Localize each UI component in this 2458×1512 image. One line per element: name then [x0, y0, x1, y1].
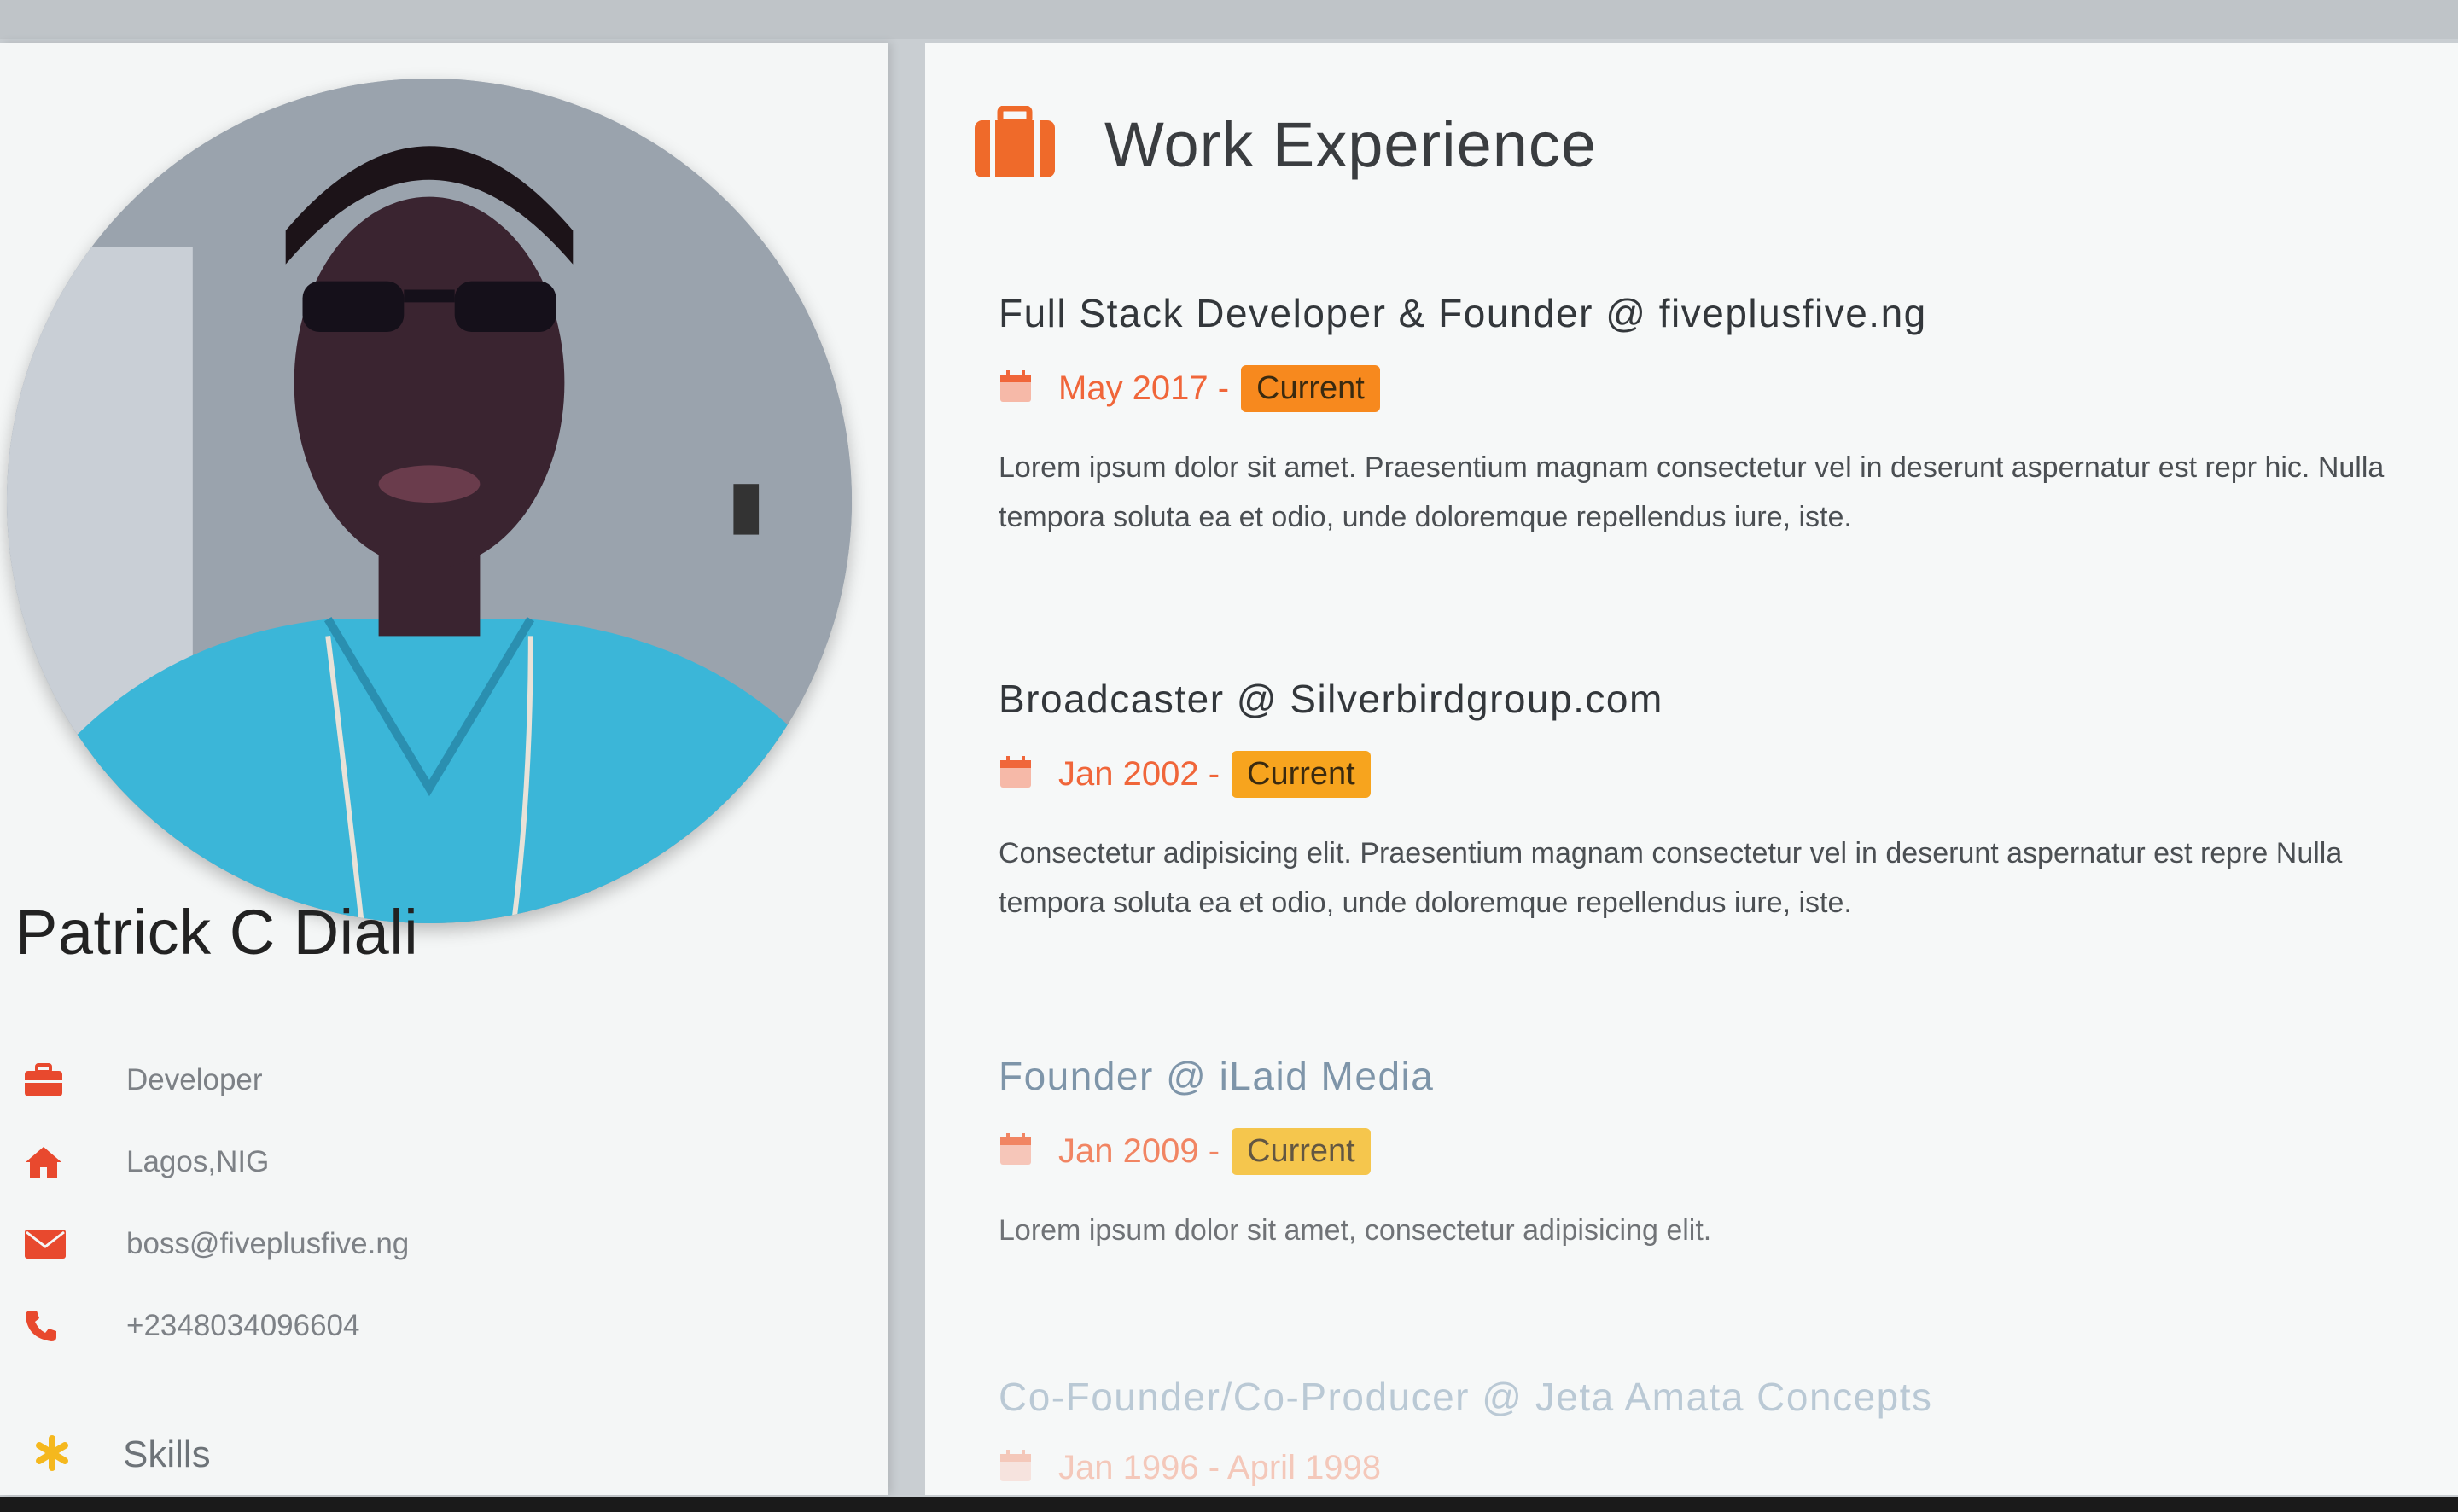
browser-top-edge: [0, 0, 2458, 39]
profile-name: Patrick C Diali: [15, 897, 419, 968]
job-entry: Full Stack Developer & Founder @ fiveplu…: [999, 290, 2458, 542]
job-date: Jan 1996 - April 1998: [1058, 1449, 1382, 1486]
job-date: Jan 2009 -: [1058, 1132, 1220, 1170]
job-entry: Founder @ iLaid Media Jan 2009 - Current…: [999, 1053, 2458, 1255]
home-icon: [24, 1140, 75, 1184]
info-email[interactable]: boss@fiveplusfive.ng: [24, 1203, 409, 1285]
skills-title: Skills: [123, 1433, 211, 1475]
work-experience-header: Work Experience: [973, 105, 1598, 183]
profile-photo-illustration: [7, 79, 852, 923]
work-experience-title: Work Experience: [1104, 109, 1598, 180]
info-location: Lagos,NIG: [24, 1121, 409, 1203]
info-occupation: Developer: [24, 1039, 409, 1121]
info-phone-text[interactable]: +2348034096604: [126, 1309, 360, 1343]
screen-bezel-bottom: [0, 1497, 2458, 1512]
contact-info-list: Developer Lagos,NIG boss@fiveplusfive.ng…: [24, 1039, 409, 1367]
skills-header: Skills: [34, 1433, 211, 1476]
job-title: Full Stack Developer & Founder @ fiveplu…: [999, 291, 1927, 335]
job-title: Co-Founder/Co-Producer @ Jeta Amata Conc…: [999, 1375, 1933, 1419]
phone-icon: [24, 1304, 75, 1348]
calendar-icon: [999, 755, 1033, 794]
job-meta: Jan 1996 - April 1998: [999, 1449, 2458, 1487]
profile-photo: [7, 79, 852, 923]
current-badge: Current: [1232, 1128, 1371, 1175]
job-meta: Jan 2009 - Current: [999, 1128, 2458, 1175]
job-description: Consectetur adipisicing elit. Praesentiu…: [999, 837, 2343, 919]
work-experience-card: Work Experience Full Stack Developer & F…: [925, 43, 2458, 1495]
job-description: Lorem ipsum dolor sit amet, consectetur …: [999, 1214, 1712, 1247]
profile-card: Patrick C Diali Developer Lagos,NIG boss…: [0, 43, 888, 1495]
job-title: Broadcaster @ Silverbirdgroup.com: [999, 677, 1663, 721]
job-entry: Broadcaster @ Silverbirdgroup.com Jan 20…: [999, 676, 2458, 928]
calendar-icon: [999, 1449, 1033, 1487]
calendar-icon: [999, 369, 1033, 408]
job-date: Jan 2002 -: [1058, 755, 1220, 793]
job-meta: Jan 2002 - Current: [999, 751, 2458, 798]
envelope-icon: [24, 1222, 75, 1266]
asterisk-icon: [34, 1434, 70, 1475]
current-badge: Current: [1241, 365, 1380, 412]
calendar-icon: [999, 1132, 1033, 1171]
job-entry: Co-Founder/Co-Producer @ Jeta Amata Conc…: [999, 1374, 2458, 1487]
briefcase-icon: [24, 1058, 75, 1102]
job-description: Lorem ipsum dolor sit amet. Praesentium …: [999, 451, 2385, 533]
info-email-text[interactable]: boss@fiveplusfive.ng: [126, 1227, 409, 1261]
info-phone[interactable]: +2348034096604: [24, 1285, 409, 1367]
job-date: May 2017 -: [1058, 369, 1230, 407]
job-meta: May 2017 - Current: [999, 365, 2458, 412]
job-title: Founder @ iLaid Media: [999, 1054, 1435, 1098]
briefcase-icon: [973, 105, 1057, 183]
info-location-text: Lagos,NIG: [126, 1145, 270, 1178]
current-badge: Current: [1232, 751, 1371, 798]
info-occupation-text: Developer: [126, 1063, 263, 1096]
